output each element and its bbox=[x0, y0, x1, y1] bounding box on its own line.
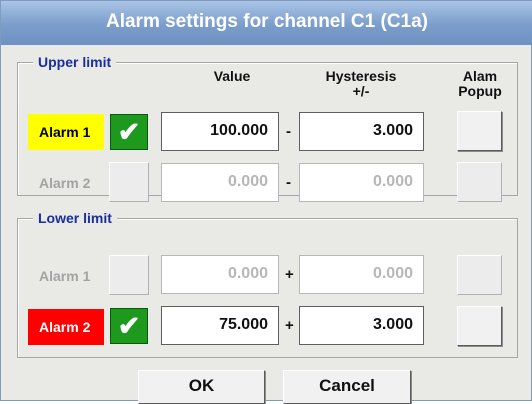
lower-alarm1-hysteresis-field[interactable]: 0.000 bbox=[299, 255, 424, 294]
lower-alarm2-hysteresis-sign: + bbox=[285, 317, 294, 334]
lower-alarm2-value-field[interactable]: 75.000 bbox=[161, 306, 279, 345]
lower-alarm2-popup-button[interactable] bbox=[457, 306, 502, 346]
upper-alarm2-hysteresis-field[interactable]: 0.000 bbox=[299, 163, 424, 202]
cancel-button[interactable]: Cancel bbox=[283, 370, 411, 404]
lower-alarm1-label: Alarm 1 bbox=[39, 268, 91, 284]
lower-alarm1-hysteresis-sign: + bbox=[285, 266, 294, 283]
alarm-popup-column-header: Alam Popup bbox=[447, 69, 513, 99]
upper-alarm2-checkbox[interactable] bbox=[109, 162, 149, 202]
upper-alarm2-label: Alarm 2 bbox=[39, 175, 91, 191]
upper-alarm2-value-field[interactable]: 0.000 bbox=[161, 163, 279, 202]
hysteresis-header-label: Hysteresis bbox=[325, 68, 397, 84]
alarm-settings-dialog: Alarm settings for channel C1 (C1a) Uppe… bbox=[0, 0, 532, 404]
upper-alarm1-hysteresis-field[interactable]: 3.000 bbox=[299, 112, 424, 151]
upper-alarm1-hysteresis-sign: - bbox=[286, 123, 291, 140]
upper-alarm1-popup-button[interactable] bbox=[457, 111, 502, 151]
lower-alarm1-value-field[interactable]: 0.000 bbox=[161, 255, 279, 294]
lower-alarm2-checkbox[interactable]: ✔ bbox=[110, 308, 148, 344]
value-column-header: Value bbox=[213, 68, 251, 84]
upper-limit-legend: Upper limit bbox=[33, 53, 117, 71]
alarm-popup-header-line1: Alam bbox=[462, 68, 498, 84]
upper-alarm2-hysteresis-sign: - bbox=[286, 174, 291, 191]
upper-alarm2-popup-button[interactable] bbox=[457, 162, 502, 202]
hysteresis-header-sign: +/- bbox=[352, 83, 370, 99]
dialog-title: Alarm settings for channel C1 (C1a) bbox=[1, 1, 532, 45]
lower-alarm1-checkbox[interactable] bbox=[109, 255, 149, 295]
lower-alarm1-popup-button[interactable] bbox=[457, 255, 502, 295]
lower-limit-legend: Lower limit bbox=[33, 209, 117, 227]
lower-alarm2-hysteresis-field[interactable]: 3.000 bbox=[299, 306, 424, 345]
upper-alarm1-value-field[interactable]: 100.000 bbox=[161, 112, 279, 151]
ok-button[interactable]: OK bbox=[138, 370, 265, 404]
hysteresis-column-header: Hysteresis +/- bbox=[311, 69, 411, 99]
lower-alarm2-label: Alarm 2 bbox=[28, 309, 104, 345]
upper-alarm1-checkbox[interactable]: ✔ bbox=[110, 114, 148, 150]
alarm-popup-header-line2: Popup bbox=[458, 83, 502, 99]
upper-alarm1-label: Alarm 1 bbox=[28, 114, 104, 150]
